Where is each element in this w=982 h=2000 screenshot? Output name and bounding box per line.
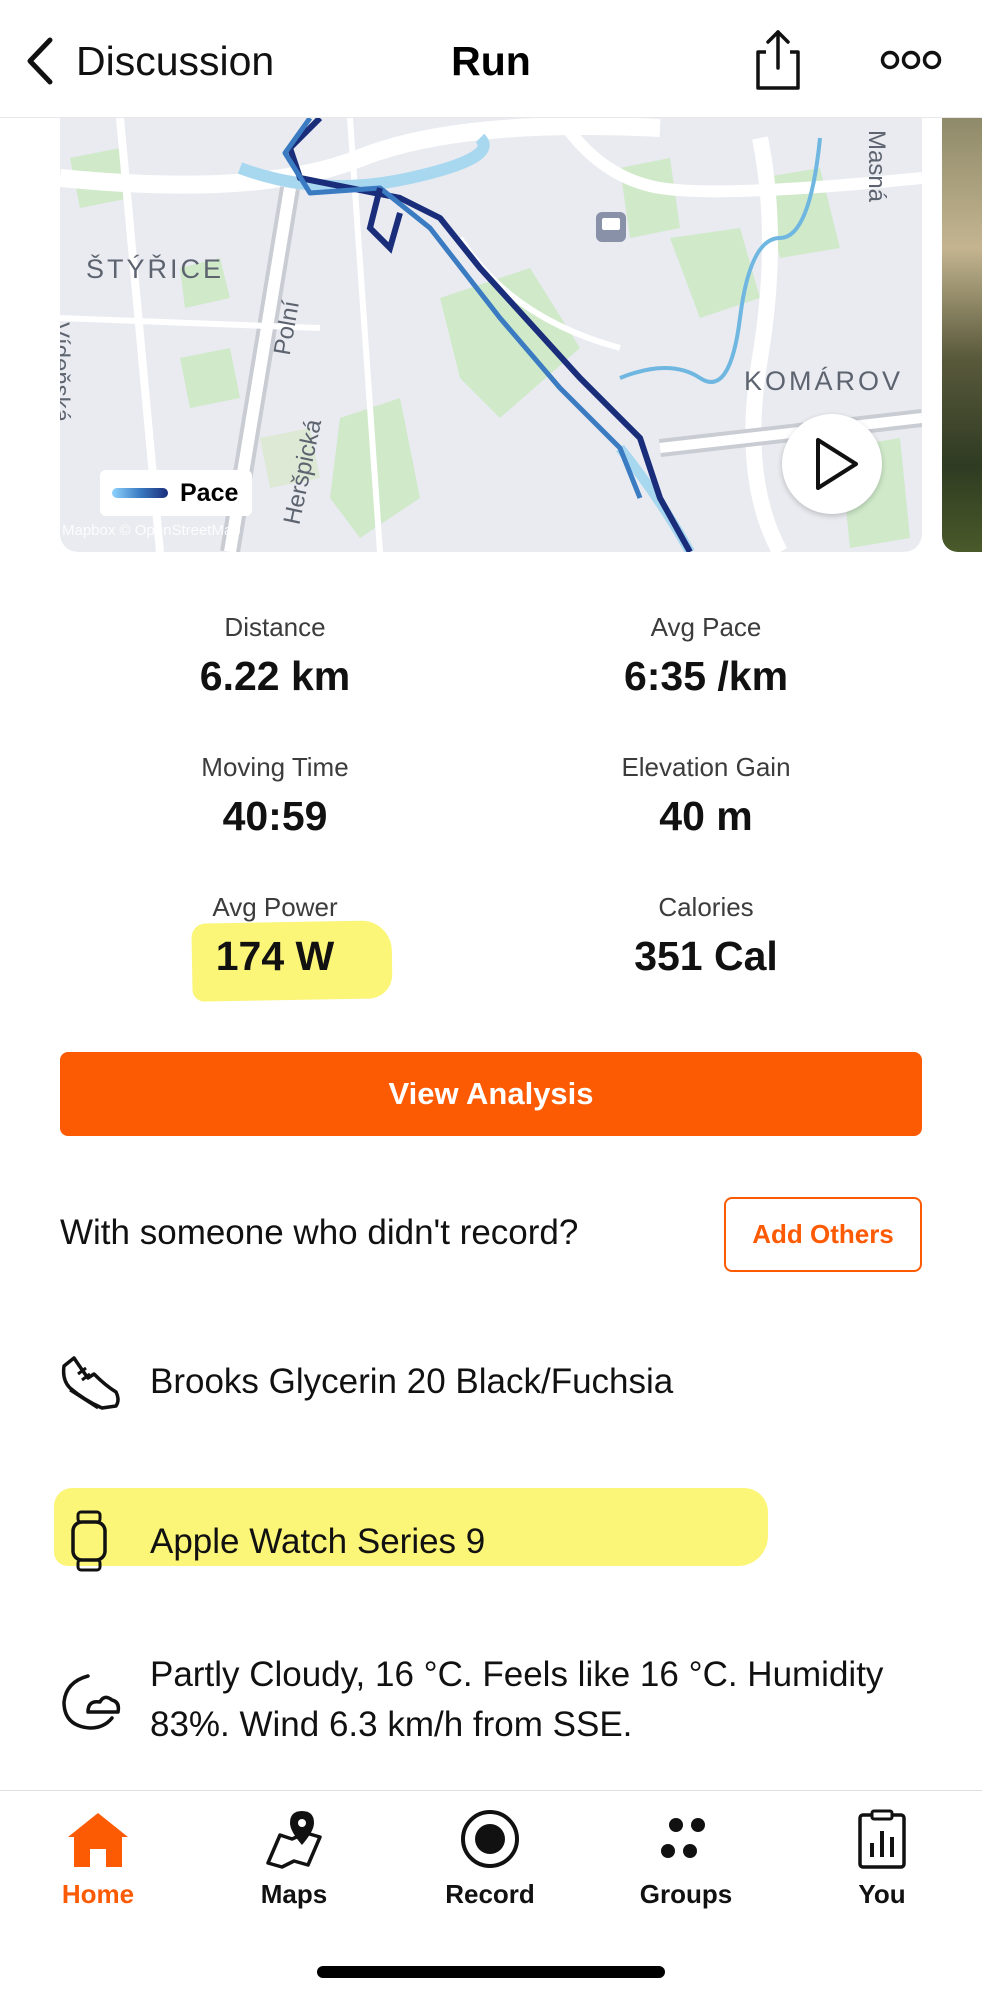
map-street-label: Vídeňská — [60, 321, 75, 423]
with-someone-prompt: With someone who didn't record? — [60, 1213, 579, 1252]
pace-legend-label: Pace — [180, 478, 239, 507]
map-pin-icon — [266, 1811, 322, 1869]
stat-moving-time: Moving Time 40:59 — [55, 752, 495, 840]
watch-icon — [71, 1510, 107, 1572]
share-icon[interactable] — [754, 28, 802, 92]
stat-label: Distance — [224, 612, 326, 642]
record-icon — [461, 1810, 519, 1868]
groups-icon — [661, 1818, 705, 1858]
home-indicator[interactable] — [317, 1966, 665, 1978]
play-icon — [816, 438, 858, 490]
tab-label: Home — [61, 1879, 135, 1909]
more-icon[interactable] — [880, 46, 942, 74]
tab-maps[interactable]: Maps — [219, 1809, 369, 1910]
tab-label: Maps — [260, 1879, 328, 1909]
clipboard-chart-icon — [858, 1809, 906, 1869]
view-analysis-button[interactable]: View Analysis — [60, 1052, 922, 1136]
back-button-label[interactable]: Discussion — [76, 38, 274, 85]
partly-cloudy-night-icon — [62, 1674, 121, 1730]
tab-record[interactable]: Record — [415, 1809, 565, 1910]
stat-label: Moving Time — [201, 752, 349, 782]
pace-gradient-swatch — [112, 488, 168, 498]
tab-you[interactable]: You — [807, 1809, 957, 1910]
gear-device-label: Apple Watch Series 9 — [150, 1522, 486, 1561]
stat-value: 40 m — [659, 793, 753, 839]
stat-label: Avg Pace — [650, 612, 762, 642]
stat-avg-power: Avg Power 174 W — [55, 892, 495, 980]
tab-groups[interactable]: Groups — [611, 1809, 761, 1910]
stat-label: Elevation Gain — [621, 752, 791, 782]
tab-label: Groups — [639, 1879, 733, 1909]
shoe-icon — [61, 1356, 120, 1410]
home-icon — [68, 1813, 128, 1867]
stat-distance: Distance 6.22 km — [55, 612, 495, 700]
chevron-left-icon[interactable] — [22, 36, 58, 86]
map-area-label-styrice: ŠTÝŘICE — [86, 254, 225, 284]
stat-value: 40:59 — [222, 793, 328, 839]
tab-label: You — [858, 1879, 906, 1909]
stat-avg-pace: Avg Pace 6:35 /km — [486, 612, 926, 700]
route-map[interactable]: ŠTÝŘICE KOMÁROV Polní Heršpická Masná Ví… — [60, 118, 922, 552]
play-flyover-button[interactable] — [782, 414, 882, 514]
stat-value: 351 Cal — [634, 933, 778, 979]
top-navigation-bar: Discussion Run — [0, 0, 982, 118]
stat-value: 6:35 /km — [623, 653, 789, 699]
weather-summary: Partly Cloudy, 16 °C. Feels like 16 °C. … — [150, 1655, 884, 1744]
stat-elevation-gain: Elevation Gain 40 m — [486, 752, 926, 840]
tab-home[interactable]: Home — [23, 1809, 173, 1910]
tab-label: Record — [445, 1879, 535, 1909]
pace-legend: Pace — [100, 470, 252, 516]
add-others-button[interactable]: Add Others — [724, 1197, 922, 1272]
gear-shoes-label[interactable]: Brooks Glycerin 20 Black/Fuchsia — [150, 1362, 673, 1402]
stat-value: 6.22 km — [199, 653, 351, 699]
map-area-label-komarov: KOMÁROV — [744, 366, 904, 396]
stat-value: 174 W — [215, 933, 335, 979]
activity-photo-thumbnail[interactable] — [942, 118, 982, 552]
map-street-label: Masná — [863, 129, 891, 203]
stat-calories: Calories 351 Cal — [486, 892, 926, 980]
map-attribution: Mapbox © OpenStreetMap — [62, 522, 241, 539]
stat-label: Calories — [658, 892, 754, 922]
stat-label: Avg Power — [212, 892, 338, 922]
